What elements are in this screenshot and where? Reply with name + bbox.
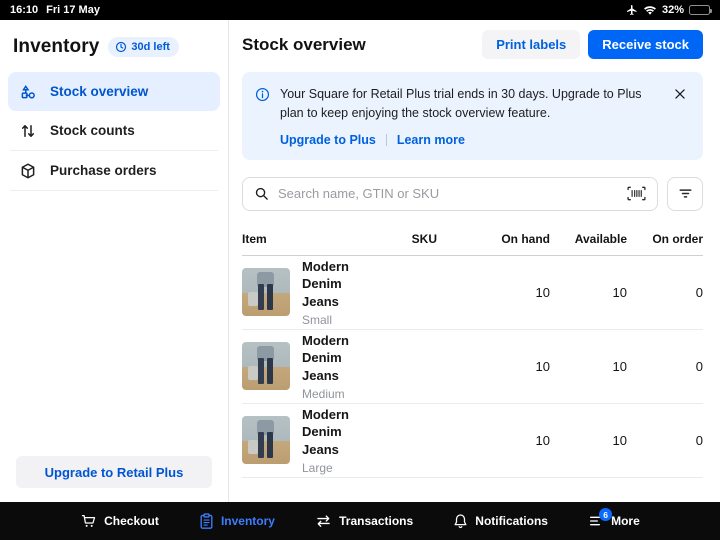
item-variation: Small (302, 313, 367, 327)
print-labels-button[interactable]: Print labels (482, 30, 580, 59)
table-row[interactable]: Modern Denim Jeans Small 10 10 0 (242, 256, 703, 330)
item-name: Modern Denim Jeans (302, 258, 367, 311)
status-bar: 16:10 Fri 17 May 32% (0, 0, 720, 20)
sidebar-item-label: Stock overview (50, 84, 148, 99)
receive-stock-button[interactable]: Receive stock (588, 30, 703, 59)
wifi-icon (643, 5, 657, 16)
cell-on-hand: 10 (437, 359, 550, 374)
cell-on-hand: 10 (437, 433, 550, 448)
nav-label: Checkout (104, 514, 159, 528)
close-icon (673, 87, 687, 101)
cart-icon (80, 513, 97, 529)
cell-on-hand: 10 (437, 285, 550, 300)
clipboard-icon (199, 513, 214, 530)
info-icon (255, 85, 270, 147)
filter-icon (678, 187, 693, 200)
sidebar-item-purchase-orders[interactable]: Purchase orders (8, 151, 220, 190)
table-row[interactable]: Modern Denim Jeans Medium 10 10 0 (242, 330, 703, 404)
item-name: Modern Denim Jeans (302, 332, 367, 385)
nav-item-more[interactable]: 6 More (588, 514, 640, 528)
column-sku: SKU (367, 232, 437, 246)
upgrade-to-plus-link[interactable]: Upgrade to Plus (280, 133, 376, 147)
nav-label: Transactions (339, 514, 413, 528)
sidebar-item-stock-overview[interactable]: Stock overview (8, 72, 220, 111)
upgrade-retail-plus-button[interactable]: Upgrade to Retail Plus (16, 456, 212, 488)
clock-icon (115, 41, 127, 53)
trial-banner: Your Square for Retail Plus trial ends i… (242, 72, 703, 160)
purchase-orders-icon (18, 162, 38, 180)
item-name: Modern Denim Jeans (302, 406, 367, 459)
bottom-nav: Checkout Inventory Transactions Notifica… (0, 502, 720, 540)
trial-countdown-badge: 30d left (108, 37, 179, 57)
item-photo (242, 342, 290, 390)
item-variation: Medium (302, 387, 367, 401)
airplane-mode-icon (626, 4, 638, 16)
battery-percent: 32% (662, 4, 684, 16)
cell-on-order: 0 (627, 433, 703, 448)
battery-icon (689, 5, 710, 15)
status-time: 16:10 (10, 4, 38, 16)
column-on-hand: On hand (437, 232, 550, 246)
cell-available: 10 (550, 285, 627, 300)
item-photo (242, 268, 290, 316)
search-input[interactable] (278, 186, 618, 201)
filter-button[interactable] (667, 177, 703, 211)
transfer-arrows-icon (315, 514, 332, 528)
nav-label: Inventory (221, 514, 275, 528)
sidebar-item-stock-counts[interactable]: Stock counts (8, 111, 220, 150)
page-title: Stock overview (242, 35, 482, 55)
search-field[interactable] (242, 177, 658, 211)
bell-icon (453, 513, 468, 529)
cell-on-order: 0 (627, 285, 703, 300)
nav-item-inventory[interactable]: Inventory (199, 513, 275, 530)
stock-overview-icon (18, 83, 38, 101)
nav-item-notifications[interactable]: Notifications (453, 513, 548, 529)
nav-item-transactions[interactable]: Transactions (315, 514, 413, 528)
item-variation: Large (302, 461, 367, 475)
cell-available: 10 (550, 359, 627, 374)
main-content: Stock overview Print labels Receive stoc… (229, 20, 720, 502)
search-icon (254, 186, 269, 201)
sidebar-item-label: Purchase orders (50, 163, 157, 178)
sidebar-item-label: Stock counts (50, 123, 135, 138)
column-available: Available (550, 232, 627, 246)
sidebar-title: Inventory (13, 36, 99, 58)
nav-label: More (611, 514, 640, 528)
nav-label: Notifications (475, 514, 548, 528)
barcode-scan-icon[interactable] (627, 186, 646, 201)
banner-message: Your Square for Retail Plus trial ends i… (280, 85, 661, 124)
status-date: Fri 17 May (46, 4, 100, 16)
nav-item-checkout[interactable]: Checkout (80, 513, 159, 529)
table-row[interactable]: Modern Denim Jeans Large 10 10 0 (242, 404, 703, 478)
item-photo (242, 416, 290, 464)
learn-more-link[interactable]: Learn more (397, 133, 465, 147)
stock-counts-icon (18, 122, 38, 140)
stock-table: Item SKU On hand Available On order Mode… (242, 232, 703, 478)
banner-close-button[interactable] (671, 85, 689, 103)
table-header: Item SKU On hand Available On order (242, 232, 703, 256)
sidebar: Inventory 30d left Stock overview Stock … (0, 20, 229, 502)
cell-available: 10 (550, 433, 627, 448)
cell-on-order: 0 (627, 359, 703, 374)
column-on-order: On order (627, 232, 703, 246)
link-separator (386, 134, 387, 146)
column-item: Item (242, 232, 367, 246)
